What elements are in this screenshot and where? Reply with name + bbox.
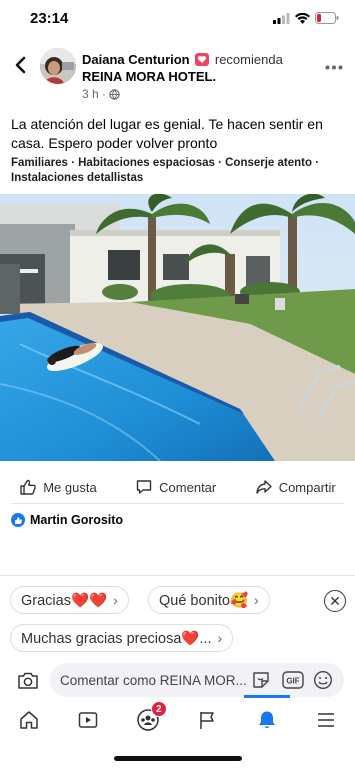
recommend-icon	[195, 53, 210, 66]
recommendation-tags: Familiares · Habitaciones espaciosas · C…	[11, 157, 320, 184]
sticker-icon	[253, 672, 269, 688]
actions-divider	[11, 503, 344, 504]
like-button[interactable]: Me gusta	[19, 478, 97, 496]
menu-icon	[317, 713, 334, 727]
comment-label: Comentar	[159, 479, 217, 495]
signal-icon	[273, 12, 290, 24]
quick-reply-chip[interactable]: Qué bonito🥰 ›	[148, 586, 270, 614]
groups-badge: 2	[150, 701, 167, 717]
back-button[interactable]	[10, 54, 30, 76]
like-label: Me gusta	[43, 479, 97, 495]
sticker-button[interactable]	[250, 670, 272, 690]
post-time-row: 3 h ·	[82, 86, 322, 103]
emoji-button[interactable]	[312, 670, 334, 690]
emoji-icon	[313, 670, 333, 690]
tab-notifications[interactable]	[243, 695, 290, 737]
status-icons	[273, 12, 339, 24]
flag-icon	[200, 712, 214, 729]
home-indicator	[114, 756, 242, 761]
comment-button[interactable]: Comentar	[135, 478, 216, 496]
avatar-image	[40, 48, 76, 84]
close-suggestions-button[interactable]: ✕	[324, 590, 346, 612]
comment-icon	[136, 480, 152, 494]
more-icon	[325, 65, 343, 70]
wifi-icon	[295, 12, 310, 24]
quick-reply-chip[interactable]: Muchas gracias preciosa❤️... ›	[10, 624, 234, 652]
author-name[interactable]: Daiana Centurion	[82, 52, 190, 67]
chevron-left-icon	[15, 56, 26, 74]
home-icon	[20, 711, 38, 729]
reaction-names: Martin Gorosito	[30, 513, 124, 527]
globe-icon	[109, 89, 120, 100]
post-photo[interactable]	[0, 194, 355, 461]
chevron-right-icon: ›	[113, 592, 118, 608]
post-text: La atención del lugar es genial. Te hace…	[11, 116, 323, 151]
pool-photo	[0, 194, 355, 461]
camera-icon	[18, 672, 38, 689]
close-icon: ✕	[329, 592, 341, 609]
quick-reply-label: Gracias❤️❤️	[21, 592, 108, 609]
status-time: 23:14	[30, 10, 69, 27]
share-label: Compartir	[278, 479, 336, 495]
reaction-summary[interactable]: Martin Gorosito	[11, 513, 123, 527]
thumbs-up-icon	[20, 479, 37, 495]
page-name[interactable]: REINA MORA HOTEL.	[82, 68, 322, 85]
chevron-right-icon: ›	[254, 592, 259, 608]
post-header-text: Daiana Centurion recomienda REINA MORA H…	[82, 51, 322, 103]
tab-groups[interactable]: 2	[131, 701, 167, 737]
comment-input[interactable]	[60, 663, 250, 697]
tab-home[interactable]	[12, 703, 46, 737]
more-options-button[interactable]	[325, 54, 343, 75]
quick-reply-label: Qué bonito🥰	[159, 592, 248, 609]
tab-watch[interactable]	[71, 703, 105, 737]
gif-button[interactable]: GIF	[282, 670, 304, 690]
battery-icon	[315, 12, 339, 24]
quick-reply-chip[interactable]: Gracias❤️❤️ ›	[10, 586, 129, 614]
recommends-text: recomienda	[214, 52, 283, 67]
tab-menu[interactable]	[309, 703, 343, 737]
post-time[interactable]: 3 h ·	[82, 86, 106, 103]
camera-button[interactable]	[16, 669, 40, 693]
bottom-tab-bar: 2	[0, 695, 355, 740]
share-icon	[255, 480, 272, 494]
gif-icon: GIF	[282, 671, 304, 689]
post-header: Daiana Centurion recomienda REINA MORA H…	[0, 44, 355, 104]
avatar[interactable]	[40, 48, 76, 84]
like-reaction-icon	[11, 513, 25, 527]
bell-icon	[258, 711, 275, 728]
chevron-right-icon: ›	[217, 630, 223, 646]
post-actions: Me gusta Comentar Compartir	[0, 470, 355, 504]
svg-text:GIF: GIF	[286, 677, 299, 686]
status-bar: 23:14	[0, 0, 355, 40]
tab-pages[interactable]	[190, 703, 224, 737]
video-icon	[79, 712, 98, 728]
quick-reply-label: Muchas gracias preciosa❤️...	[21, 630, 212, 647]
comment-box: GIF	[50, 663, 344, 697]
share-button[interactable]: Compartir	[255, 478, 336, 496]
